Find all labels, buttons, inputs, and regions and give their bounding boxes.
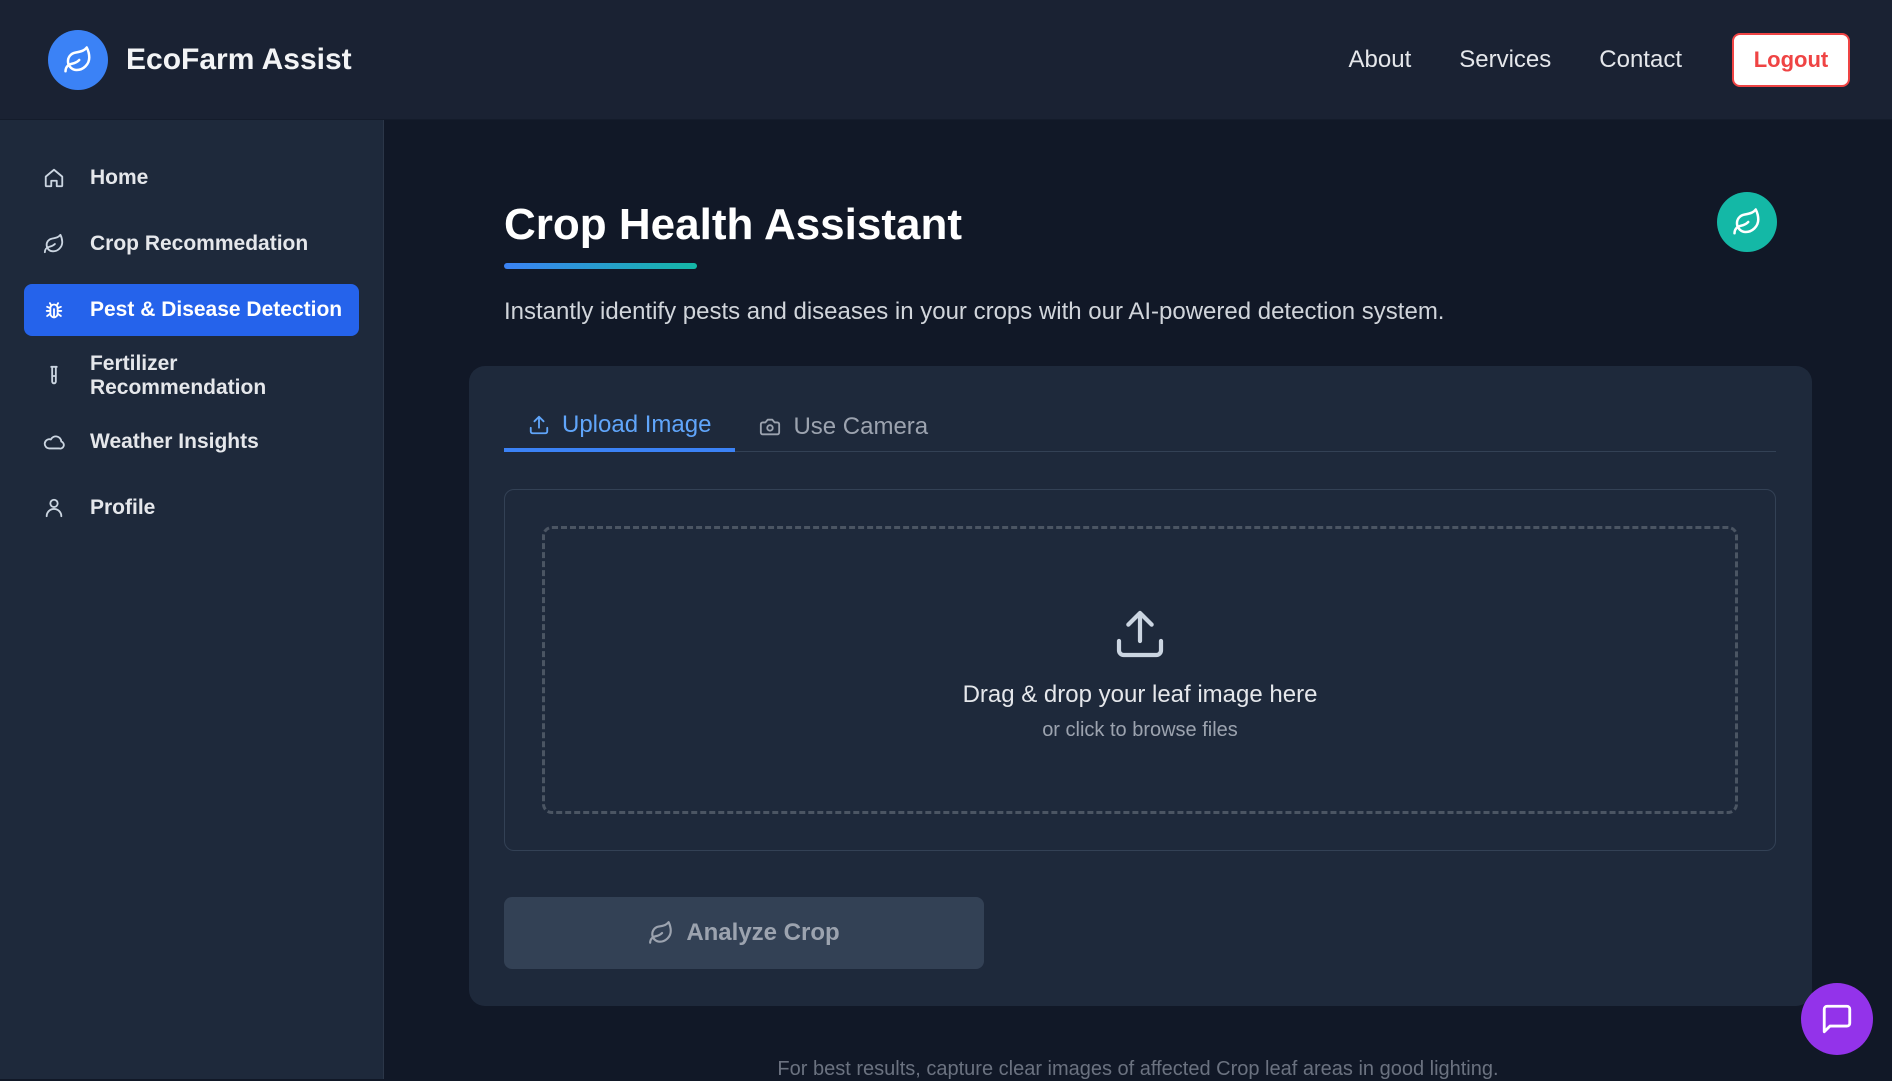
sidebar-item-label: Home	[90, 166, 149, 189]
sidebar-item-label: Pest & Disease Detection	[90, 298, 343, 321]
page-title: Crop Health Assistant	[504, 200, 963, 249]
dropzone-title: Drag & drop your leaf image here	[962, 681, 1318, 708]
upload-icon	[1112, 606, 1168, 667]
logout-button[interactable]: Logout	[1732, 32, 1850, 87]
sidebar-item-fertilizer-recommendation[interactable]: Fertilizer Recommendation	[24, 350, 359, 402]
user-icon	[42, 496, 66, 520]
dropzone-subtitle: or click to browse files	[1042, 719, 1238, 741]
sidebar-item-home[interactable]: Home	[24, 152, 359, 204]
tab-upload-image[interactable]: Upload Image	[504, 402, 736, 452]
cloud-icon	[42, 430, 66, 454]
nav-about-link[interactable]: About	[1349, 46, 1412, 74]
leaf-icon	[48, 29, 108, 90]
sidebar-item-pest-disease-detection[interactable]: Pest & Disease Detection	[24, 284, 359, 336]
camera-icon	[759, 416, 781, 438]
leaf-icon	[42, 232, 66, 256]
detection-card: Upload Image Use Camera Drag & drop your…	[469, 366, 1812, 1006]
top-navbar: EcoFarm Assist About Services Contact Lo…	[0, 0, 1892, 120]
sidebar-item-label: Weather Insights	[90, 430, 259, 453]
leaf-icon	[648, 920, 674, 946]
sidebar-item-profile[interactable]: Profile	[24, 482, 359, 534]
chat-icon	[1820, 1002, 1854, 1036]
sidebar-item-crop-recommendation[interactable]: Crop Recommedation	[24, 218, 359, 270]
sidebar-item-weather-insights[interactable]: Weather Insights	[24, 416, 359, 468]
page-subtitle: Instantly identify pests and diseases in…	[504, 298, 1445, 325]
nav-services-link[interactable]: Services	[1459, 46, 1551, 74]
leaf-icon	[1717, 192, 1777, 252]
analyze-crop-button[interactable]: Analyze Crop	[504, 897, 984, 969]
upload-panel: Drag & drop your leaf image here or clic…	[504, 489, 1776, 851]
title-underline	[504, 263, 697, 269]
chat-button[interactable]	[1801, 983, 1873, 1055]
sidebar-item-label: Crop Recommedation	[90, 232, 309, 255]
home-icon	[42, 166, 66, 190]
tip-text: For best results, capture clear images o…	[777, 1058, 1499, 1080]
sidebar-item-label: Fertilizer Recommendation	[89, 352, 267, 399]
tab-use-camera[interactable]: Use Camera	[735, 402, 952, 452]
analyze-label: Analyze Crop	[686, 919, 840, 946]
upload-icon	[528, 414, 550, 436]
sidebar-item-label: Profile	[90, 496, 156, 519]
sidebar: Home Crop Recommedation Pest & Disease D…	[0, 120, 384, 1079]
main-content: Crop Health Assistant Instantly identify…	[384, 120, 1892, 1080]
brand[interactable]: EcoFarm Assist	[48, 29, 352, 90]
test-tube-icon	[42, 364, 66, 388]
image-dropzone[interactable]: Drag & drop your leaf image here or clic…	[542, 526, 1738, 814]
bug-icon	[42, 298, 66, 322]
top-nav: About Services Contact Logout	[1301, 32, 1850, 87]
input-mode-tabs: Upload Image Use Camera	[504, 402, 1776, 452]
nav-contact-link[interactable]: Contact	[1599, 46, 1682, 74]
brand-name: EcoFarm Assist	[126, 42, 352, 76]
tab-label: Upload Image	[562, 411, 712, 438]
tab-label: Use Camera	[793, 413, 929, 440]
